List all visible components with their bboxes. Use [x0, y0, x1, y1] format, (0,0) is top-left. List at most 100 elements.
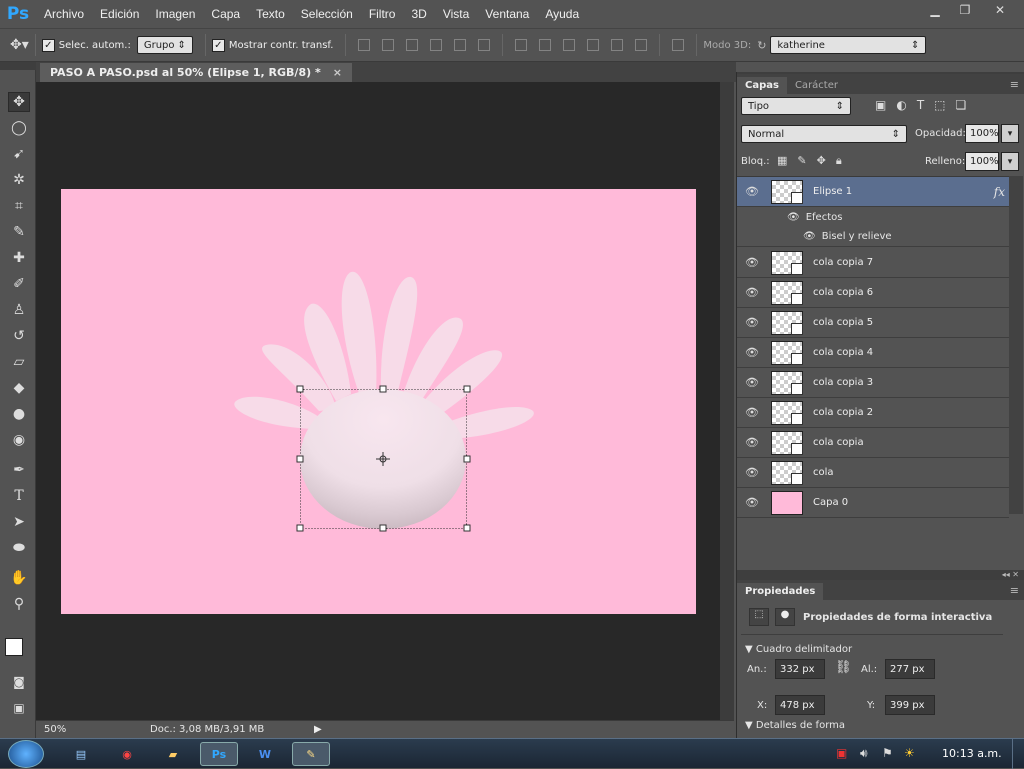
dodge-icon[interactable]: ◉: [8, 430, 30, 450]
menu-archivo[interactable]: Archivo: [36, 0, 92, 28]
visibility-eye-icon[interactable]: 👁︎: [737, 316, 767, 329]
effects-row[interactable]: 👁︎ Efectos: [737, 207, 1009, 227]
layer-row[interactable]: 👁︎ cola copia: [737, 428, 1009, 458]
layer-row[interactable]: 👁︎ cola copia 6: [737, 278, 1009, 308]
handle-middle-right[interactable]: [463, 455, 471, 463]
document-tab[interactable]: PASO A PASO.psd al 50% (Elipse 1, RGB/8)…: [40, 63, 352, 82]
width-field[interactable]: 332 px: [775, 659, 825, 679]
3d-rotate-icon[interactable]: ↻: [757, 39, 766, 52]
calculator-icon[interactable]: ▤: [62, 742, 100, 766]
type-icon[interactable]: T: [8, 486, 30, 506]
document-canvas[interactable]: [61, 189, 696, 614]
layer-row[interactable]: 👁︎ cola copia 2: [737, 398, 1009, 428]
zoom-icon[interactable]: ⚲: [8, 594, 30, 614]
visibility-eye-icon[interactable]: 👁︎: [737, 496, 767, 509]
handle-bottom-right[interactable]: [463, 524, 471, 532]
zoom-level[interactable]: 50%: [36, 724, 110, 735]
blur-icon[interactable]: ●: [8, 404, 30, 424]
lock-all-icon[interactable]: 🔒︎: [836, 154, 842, 168]
pen-icon[interactable]: ✒: [8, 460, 30, 480]
distribute-vcenter-icon[interactable]: [539, 39, 552, 51]
visibility-eye-icon[interactable]: 👁︎: [737, 406, 767, 419]
effect-row[interactable]: 👁︎ Bisel y relieve: [737, 227, 1009, 247]
volume-icon[interactable]: 🔊︎: [860, 746, 868, 761]
align-bottom-icon[interactable]: [406, 39, 419, 51]
tab-propiedades[interactable]: Propiedades: [737, 583, 824, 600]
path-select-icon[interactable]: ➤: [8, 512, 30, 532]
layer-filter-dropdown[interactable]: Tipo ⇕: [741, 97, 851, 115]
layers-scrollbar[interactable]: [1009, 176, 1023, 514]
layer-row[interactable]: 👁︎ cola copia 7: [737, 248, 1009, 278]
workspace-dropdown[interactable]: katherine ⇕: [770, 36, 927, 54]
distribute-bottom-icon[interactable]: [563, 39, 576, 51]
layer-row[interactable]: 👁︎ cola copia 4: [737, 338, 1009, 368]
visibility-eye-icon[interactable]: 👁︎: [737, 286, 767, 299]
fx-icon[interactable]: fx: [994, 185, 1005, 199]
healing-brush-icon[interactable]: ✚: [8, 248, 30, 268]
paint-bucket-icon[interactable]: ◆: [8, 378, 30, 398]
mask-properties-icon[interactable]: ●: [775, 608, 795, 626]
menu-edicion[interactable]: Edición: [92, 0, 147, 28]
visibility-eye-icon[interactable]: 👁︎: [737, 376, 767, 389]
eyedropper-icon[interactable]: ✎: [8, 222, 30, 242]
ellipse-tool-icon[interactable]: ⬬: [8, 538, 30, 558]
menu-imagen[interactable]: Imagen: [147, 0, 203, 28]
distribute-left-icon[interactable]: [587, 39, 600, 51]
fill-arrow-icon[interactable]: ▾: [1001, 152, 1019, 171]
opacity-arrow-icon[interactable]: ▾: [1001, 124, 1019, 143]
hand-icon[interactable]: ✋: [8, 568, 30, 588]
distribute-right-icon[interactable]: [635, 39, 648, 51]
show-desktop-button[interactable]: [1012, 739, 1024, 769]
distribute-hcenter-icon[interactable]: [611, 39, 624, 51]
brush-icon[interactable]: ✐: [8, 274, 30, 294]
align-right-icon[interactable]: [478, 39, 491, 51]
distribute-top-icon[interactable]: [515, 39, 528, 51]
show-transform-checkbox[interactable]: ✓: [211, 38, 225, 52]
menu-ventana[interactable]: Ventana: [477, 0, 537, 28]
status-menu-arrow-icon[interactable]: ▶: [314, 724, 322, 735]
filter-type-icon[interactable]: T: [917, 98, 924, 112]
opacity-field[interactable]: 100%: [965, 124, 999, 143]
crop-icon[interactable]: ⌗: [8, 196, 30, 216]
tab-capas[interactable]: Capas: [737, 77, 787, 94]
restore-icon[interactable]: ❐: [950, 0, 980, 20]
layer-row[interactable]: 👁︎ cola copia 5: [737, 308, 1009, 338]
menu-3d[interactable]: 3D: [403, 0, 434, 28]
x-field[interactable]: 478 px: [775, 695, 825, 715]
lock-position-icon[interactable]: ✥: [817, 154, 826, 168]
handle-top-center[interactable]: [379, 385, 387, 393]
visibility-eye-icon[interactable]: 👁︎: [737, 466, 767, 479]
visibility-eye-icon[interactable]: 👁︎: [737, 436, 767, 449]
align-vcenter-icon[interactable]: [382, 39, 395, 51]
handle-top-right[interactable]: [463, 385, 471, 393]
menu-seleccion[interactable]: Selección: [293, 0, 361, 28]
auto-select-checkbox[interactable]: ✓: [41, 38, 55, 52]
align-top-icon[interactable]: [358, 39, 371, 51]
tab-caracter[interactable]: Carácter: [787, 77, 846, 94]
acrobat-tray-icon[interactable]: ▣: [836, 746, 847, 760]
panel-menu-icon[interactable]: ≡: [1004, 581, 1024, 600]
lasso-icon[interactable]: ➹: [8, 144, 30, 164]
collapse-icon[interactable]: ◂◂ ✕: [1002, 570, 1019, 579]
link-dimensions-icon[interactable]: ⛓︎: [835, 660, 852, 675]
tools-panel-grip[interactable]: [0, 62, 36, 70]
word-icon[interactable]: W: [246, 742, 284, 766]
handle-bottom-left[interactable]: [296, 524, 304, 532]
move-tool-icon[interactable]: ✥▾: [10, 37, 29, 53]
photoshop-taskbar-icon[interactable]: Ps: [200, 742, 238, 766]
effect-eye-icon[interactable]: 👁︎: [803, 231, 816, 242]
bbox-section-toggle[interactable]: ▼ Cuadro delimitador: [745, 644, 852, 655]
ellipse-marquee-icon[interactable]: ◯: [8, 118, 30, 138]
visibility-eye-icon[interactable]: 👁︎: [737, 256, 767, 269]
close-icon[interactable]: ✕: [980, 0, 1020, 20]
filter-pixel-icon[interactable]: ▣: [875, 98, 886, 112]
magic-wand-icon[interactable]: ✲: [8, 170, 30, 190]
clone-stamp-icon[interactable]: ♙: [8, 300, 30, 320]
chrome-icon[interactable]: ◉: [108, 742, 146, 766]
auto-select-dropdown[interactable]: Grupo ⇕: [136, 36, 193, 54]
panel-menu-icon[interactable]: ≡: [1004, 75, 1024, 94]
minimize-icon[interactable]: ▁: [920, 0, 950, 20]
layer-row[interactable]: 👁︎ cola: [737, 458, 1009, 488]
lock-image-icon[interactable]: ✎: [797, 154, 806, 168]
vertical-scrollbar[interactable]: [720, 82, 734, 720]
